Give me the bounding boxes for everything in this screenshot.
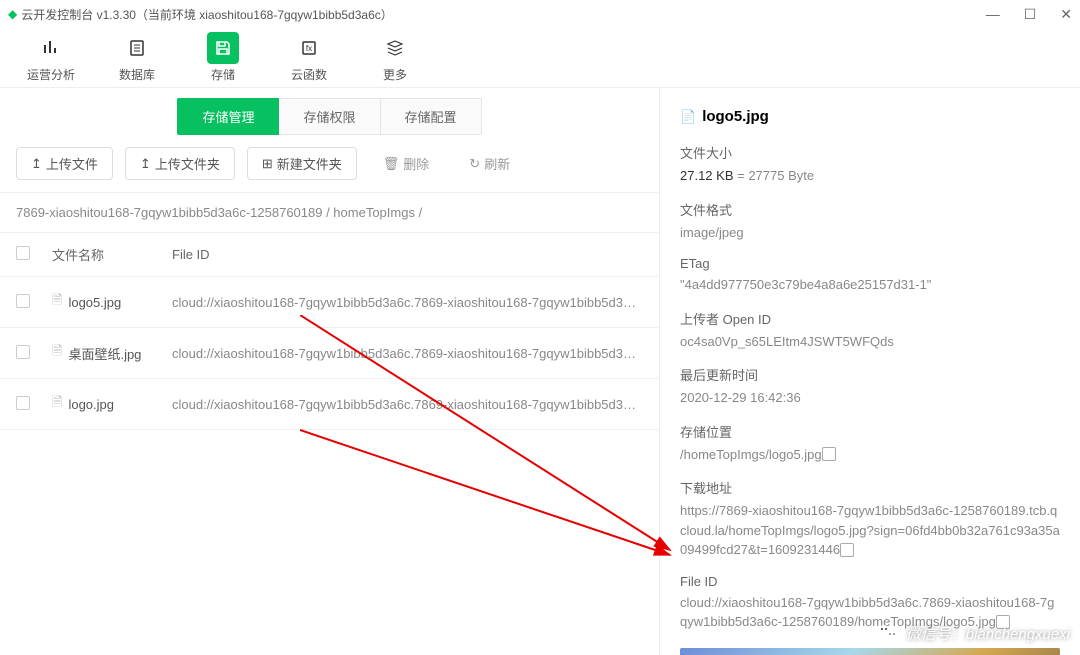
close-button[interactable]: ✕ bbox=[1060, 6, 1072, 23]
upload-icon: ↥ bbox=[31, 156, 42, 172]
breadcrumb[interactable]: 7869-xiaoshitou168-7gqyw1bibb5d3a6c-1258… bbox=[0, 192, 659, 233]
main-toolbar: 运营分析 数据库 存储 fx 云函数 更多 bbox=[0, 28, 1080, 88]
refresh-button[interactable]: ↻刷新 bbox=[455, 148, 524, 179]
image-preview: https://blog.csdn.net/qiushi_1990 bbox=[680, 648, 1060, 655]
select-all-checkbox[interactable] bbox=[16, 246, 30, 260]
delete-button[interactable]: 🗑删除 bbox=[369, 148, 444, 179]
action-bar: ↥上传文件 ↥上传文件夹 ⊞新建文件夹 🗑删除 ↻刷新 bbox=[0, 135, 659, 192]
label-updated: 最后更新时间 bbox=[680, 365, 1060, 384]
toolbar-more[interactable]: 更多 bbox=[360, 32, 430, 83]
toolbar-functions[interactable]: fx 云函数 bbox=[274, 32, 344, 83]
row-filename: 桌面壁纸.jpg bbox=[68, 344, 141, 363]
detail-panel: 📄 logo5.jpg 文件大小 27.12 KB = 27775 Byte 文… bbox=[660, 88, 1080, 655]
column-filename: 文件名称 bbox=[52, 245, 172, 264]
file-browser: 存储管理 存储权限 存储配置 ↥上传文件 ↥上传文件夹 ⊞新建文件夹 🗑删除 ↻… bbox=[0, 88, 660, 655]
new-folder-button[interactable]: ⊞新建文件夹 bbox=[247, 147, 357, 180]
titlebar: ◆ 云开发控制台 v1.3.30（当前环境 xiaoshitou168-7gqy… bbox=[0, 0, 1080, 28]
table-row[interactable]: 🗎 logo5.jpg cloud://xiaoshitou168-7gqyw1b… bbox=[0, 277, 659, 328]
toolbar-database[interactable]: 数据库 bbox=[102, 32, 172, 83]
file-icon: 🗎 bbox=[52, 291, 62, 313]
toolbar-label: 运营分析 bbox=[27, 66, 75, 83]
toolbar-label: 数据库 bbox=[119, 66, 155, 83]
trash-icon: 🗑 bbox=[383, 156, 400, 172]
watermark-text: 微信号：bianchengxuexi bbox=[906, 623, 1070, 644]
value-etag: "4a4dd977750e3c79be4a8a6e25157d31-1" bbox=[680, 275, 1060, 295]
function-icon: fx bbox=[293, 32, 325, 64]
svg-text:fx: fx bbox=[306, 44, 312, 53]
table-header: 文件名称 File ID bbox=[0, 233, 659, 277]
row-checkbox[interactable] bbox=[16, 396, 30, 410]
label-uploader: 上传者 Open ID bbox=[680, 309, 1060, 328]
label-path: 存储位置 bbox=[680, 422, 1060, 441]
value-uploader: oc4sa0Vp_s65LEItm4JSWT5WFQds bbox=[680, 332, 1060, 352]
minimize-button[interactable]: — bbox=[986, 6, 1000, 23]
label-format: 文件格式 bbox=[680, 200, 1060, 219]
upload-icon: ↥ bbox=[140, 156, 151, 172]
row-fileid: cloud://xiaoshitou168-7gqyw1bibb5d3a6c.7… bbox=[172, 295, 643, 310]
wechat-icon bbox=[876, 621, 900, 645]
column-fileid: File ID bbox=[172, 247, 643, 262]
file-icon: 🗎 bbox=[52, 393, 62, 415]
toolbar-label: 存储 bbox=[211, 66, 235, 83]
label-download: 下载地址 bbox=[680, 478, 1060, 497]
copy-icon[interactable] bbox=[842, 545, 854, 557]
label-etag: ETag bbox=[680, 256, 1060, 271]
toolbar-storage[interactable]: 存储 bbox=[188, 32, 258, 83]
chart-icon bbox=[35, 32, 67, 64]
row-checkbox[interactable] bbox=[16, 345, 30, 359]
upload-file-button[interactable]: ↥上传文件 bbox=[16, 147, 113, 180]
row-checkbox[interactable] bbox=[16, 294, 30, 308]
toolbar-label: 更多 bbox=[383, 66, 407, 83]
table-row[interactable]: 🗎 logo.jpg cloud://xiaoshitou168-7gqyw1bi… bbox=[0, 379, 659, 430]
maximize-button[interactable]: ☐ bbox=[1024, 6, 1037, 23]
value-size-byte: = 27775 Byte bbox=[734, 168, 815, 183]
tab-permission[interactable]: 存储权限 bbox=[279, 98, 380, 135]
tab-config[interactable]: 存储配置 bbox=[381, 98, 482, 135]
storage-tabs: 存储管理 存储权限 存储配置 bbox=[0, 98, 659, 135]
detail-filename: logo5.jpg bbox=[702, 108, 769, 125]
table-row[interactable]: 🗎 桌面壁纸.jpg cloud://xiaoshitou168-7gqyw1bi… bbox=[0, 328, 659, 379]
detail-title: 📄 logo5.jpg bbox=[680, 108, 1060, 125]
upload-folder-button[interactable]: ↥上传文件夹 bbox=[125, 147, 235, 180]
app-icon: ◆ bbox=[8, 7, 17, 21]
save-icon bbox=[207, 32, 239, 64]
window-title: 云开发控制台 v1.3.30（当前环境 xiaoshitou168-7gqyw1… bbox=[21, 6, 393, 23]
value-size-kb: 27.12 KB bbox=[680, 168, 734, 183]
list-icon bbox=[121, 32, 153, 64]
row-fileid: cloud://xiaoshitou168-7gqyw1bibb5d3a6c.7… bbox=[172, 346, 643, 361]
value-format: image/jpeg bbox=[680, 223, 1060, 243]
value-updated: 2020-12-29 16:42:36 bbox=[680, 388, 1060, 408]
toolbar-analytics[interactable]: 运营分析 bbox=[16, 32, 86, 83]
value-download: https://7869-xiaoshitou168-7gqyw1bibb5d3… bbox=[680, 503, 1060, 557]
row-filename: logo.jpg bbox=[68, 397, 114, 412]
file-icon: 📄 bbox=[680, 109, 696, 125]
copy-icon[interactable] bbox=[824, 449, 836, 461]
value-path: /homeTopImgs/logo5.jpg bbox=[680, 447, 822, 462]
file-icon: 🗎 bbox=[52, 342, 62, 364]
row-fileid: cloud://xiaoshitou168-7gqyw1bibb5d3a6c.7… bbox=[172, 397, 643, 412]
label-fileid: File ID bbox=[680, 574, 1060, 589]
refresh-icon: ↻ bbox=[469, 156, 480, 172]
row-filename: logo5.jpg bbox=[68, 295, 121, 310]
watermark: 微信号：bianchengxuexi bbox=[876, 621, 1070, 645]
toolbar-label: 云函数 bbox=[291, 66, 327, 83]
label-size: 文件大小 bbox=[680, 143, 1060, 162]
folder-plus-icon: ⊞ bbox=[262, 156, 273, 172]
tab-manage[interactable]: 存储管理 bbox=[177, 98, 279, 135]
stack-icon bbox=[379, 32, 411, 64]
